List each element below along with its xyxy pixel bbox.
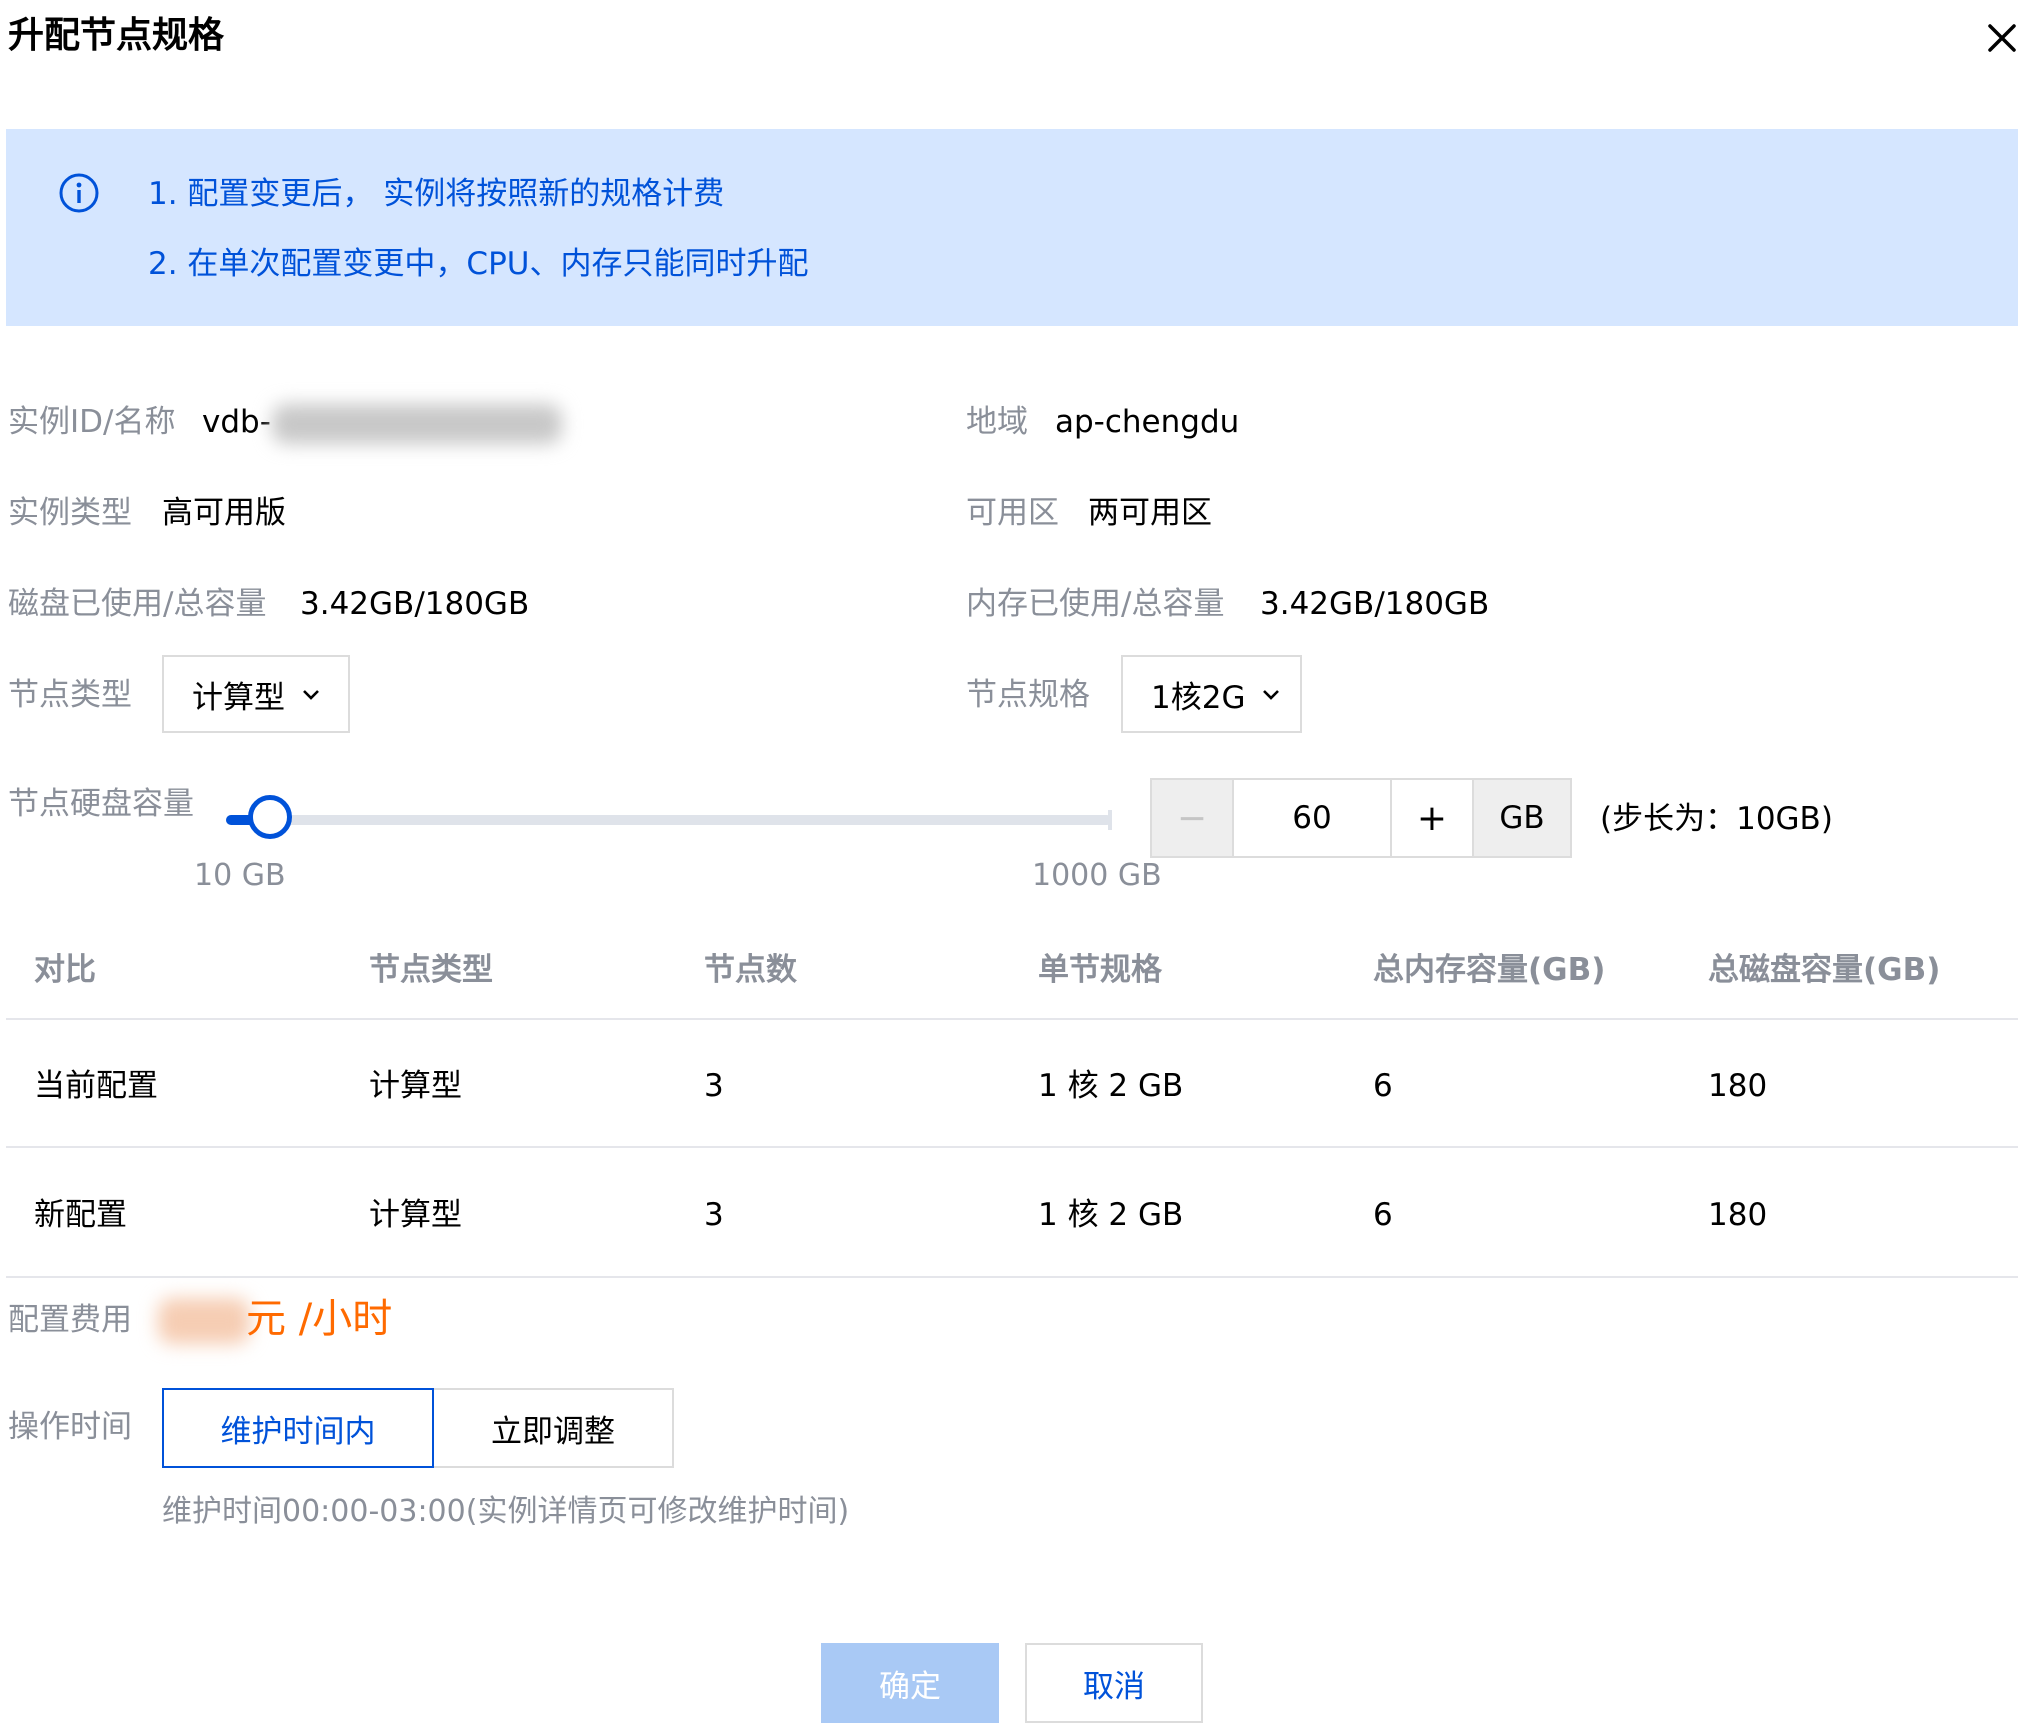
table-cell: 3 bbox=[704, 1068, 724, 1104]
disk-unit: GB bbox=[1474, 780, 1570, 856]
instance-type-value: 高可用版 bbox=[162, 495, 286, 531]
table-header-total-memory: 总内存容量(GB) bbox=[1373, 952, 1606, 988]
table-cell: 180 bbox=[1708, 1197, 1768, 1233]
mem-usage-value: 3.42GB/180GB bbox=[1260, 586, 1490, 622]
table-header-node-spec: 单节规格 bbox=[1038, 952, 1162, 988]
table-cell: 6 bbox=[1373, 1197, 1393, 1233]
table-divider bbox=[6, 1276, 2018, 1278]
chevron-down-icon bbox=[1263, 690, 1280, 700]
slider-end-tick bbox=[1108, 810, 1112, 830]
operation-time-label: 操作时间 bbox=[8, 1409, 132, 1445]
instance-type-label: 实例类型 bbox=[8, 495, 132, 531]
dialog-title: 升配节点规格 bbox=[8, 15, 225, 56]
region-label: 地域 bbox=[966, 404, 1028, 440]
slider-max-label: 1000 GB bbox=[1032, 858, 1162, 893]
maintenance-hint: 维护时间00:00-03:00(实例详情页可修改维护时间) bbox=[162, 1494, 850, 1529]
step-note: (步长为：10GB) bbox=[1600, 801, 1833, 837]
info-icon bbox=[58, 172, 100, 214]
table-divider bbox=[6, 1146, 2018, 1148]
table-cell: 新配置 bbox=[34, 1197, 127, 1233]
decrement-button[interactable]: − bbox=[1152, 780, 1234, 856]
node-spec-select[interactable]: 1核2G bbox=[1121, 655, 1302, 733]
cost-label: 配置费用 bbox=[8, 1302, 132, 1338]
redacted-instance-id bbox=[272, 404, 562, 444]
slider-thumb[interactable] bbox=[248, 795, 293, 839]
table-header-node-type: 节点类型 bbox=[369, 952, 493, 988]
node-type-label: 节点类型 bbox=[8, 677, 132, 713]
node-type-selected: 计算型 bbox=[192, 679, 285, 716]
instance-id-value: vdb- bbox=[202, 404, 271, 440]
disk-stepper[interactable]: − 60 + GB bbox=[1150, 778, 1572, 858]
redacted-cost-value bbox=[158, 1298, 250, 1344]
slider-min-label: 10 GB bbox=[194, 858, 286, 893]
increment-button[interactable]: + bbox=[1392, 780, 1474, 856]
disk-value-input[interactable]: 60 bbox=[1234, 780, 1392, 856]
slider-track[interactable] bbox=[226, 815, 1112, 825]
zone-value: 两可用区 bbox=[1088, 495, 1212, 531]
table-cell: 计算型 bbox=[369, 1197, 462, 1233]
option-maintenance-window[interactable]: 维护时间内 bbox=[162, 1388, 434, 1468]
mem-usage-label: 内存已使用/总容量 bbox=[966, 586, 1225, 622]
notice-line-1: 1. 配置变更后， 实例将按照新的规格计费 bbox=[148, 176, 725, 212]
confirm-button[interactable]: 确定 bbox=[821, 1643, 999, 1723]
chevron-down-icon bbox=[303, 690, 319, 700]
disk-usage-value: 3.42GB/180GB bbox=[300, 586, 530, 622]
node-spec-label: 节点规格 bbox=[966, 677, 1090, 713]
table-cell: 3 bbox=[704, 1197, 724, 1233]
table-header-total-disk: 总磁盘容量(GB) bbox=[1708, 952, 1941, 988]
table-divider bbox=[6, 1018, 2018, 1020]
zone-label: 可用区 bbox=[966, 495, 1059, 531]
notice-line-2: 2. 在单次配置变更中，CPU、内存只能同时升配 bbox=[148, 246, 809, 282]
table-header-compare: 对比 bbox=[34, 952, 96, 988]
table-cell: 计算型 bbox=[369, 1068, 462, 1104]
table-cell: 当前配置 bbox=[34, 1068, 158, 1104]
cost-unit: 元 /小时 bbox=[246, 1296, 393, 1342]
close-icon[interactable] bbox=[1982, 18, 2022, 58]
cancel-button[interactable]: 取消 bbox=[1025, 1643, 1203, 1723]
disk-usage-label: 磁盘已使用/总容量 bbox=[8, 586, 267, 622]
node-spec-selected: 1核2G bbox=[1151, 679, 1246, 716]
option-immediate[interactable]: 立即调整 bbox=[434, 1388, 674, 1468]
table-cell: 180 bbox=[1708, 1068, 1768, 1104]
notice-banner bbox=[6, 129, 2018, 326]
disk-capacity-label: 节点硬盘容量 bbox=[8, 786, 194, 822]
table-cell: 6 bbox=[1373, 1068, 1393, 1104]
instance-id-label: 实例ID/名称 bbox=[8, 404, 176, 440]
node-type-select[interactable]: 计算型 bbox=[162, 655, 350, 733]
table-cell: 1 核 2 GB bbox=[1038, 1197, 1184, 1233]
table-cell: 1 核 2 GB bbox=[1038, 1068, 1184, 1104]
table-header-node-count: 节点数 bbox=[704, 952, 797, 988]
region-value: ap-chengdu bbox=[1055, 404, 1240, 440]
